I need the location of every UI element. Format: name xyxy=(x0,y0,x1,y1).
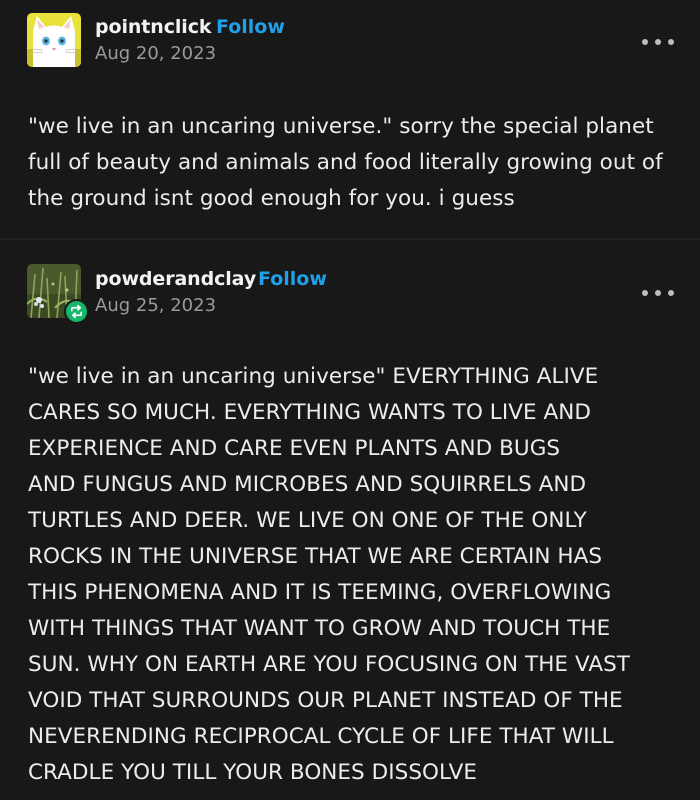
reblog-icon xyxy=(70,304,83,319)
avatar[interactable] xyxy=(27,13,81,67)
reblog-badge xyxy=(64,299,89,324)
post: powderandclay Follow Aug 25, 2023 "we li… xyxy=(0,240,700,800)
post-body: "we live in an uncaring universe." sorry… xyxy=(28,109,678,217)
post-text-line: TURTLES AND DEER. WE LIVE ON ONE OF THE … xyxy=(28,508,587,533)
more-options-icon[interactable] xyxy=(642,286,674,300)
username[interactable]: pointnclick xyxy=(95,16,211,38)
username[interactable]: powderandclay xyxy=(95,268,256,290)
post-text-line: NEVERENDING RECIPROCAL CYCLE OF LIFE THA… xyxy=(28,724,614,749)
white-cat-avatar-icon xyxy=(27,13,81,67)
post-text-line: WITH THINGS THAT WANT TO GROW AND TOUCH … xyxy=(28,616,611,641)
post: pointnclick Follow Aug 20, 2023 "we live… xyxy=(0,0,700,239)
post-text-line: THIS PHENOMENA AND IT IS TEEMING, OVERFL… xyxy=(28,580,612,605)
post-text-line: SUN. WHY ON EARTH ARE YOU FOCUSING ON TH… xyxy=(28,652,630,677)
post-text-line: AND FUNGUS AND MICROBES AND SQUIRRELS AN… xyxy=(28,472,587,497)
post-text-line: ROCKS IN THE UNIVERSE THAT WE ARE CERTAI… xyxy=(28,544,603,569)
more-options-icon[interactable] xyxy=(642,35,674,49)
post-text-line: CRADLE YOU TILL YOUR BONES DISSOLVE xyxy=(28,760,478,785)
post-date: Aug 25, 2023 xyxy=(95,295,217,316)
post-text-line: VOID THAT SURROUNDS OUR PLANET INSTEAD O… xyxy=(28,688,623,713)
follow-button[interactable]: Follow xyxy=(258,268,327,290)
follow-button[interactable]: Follow xyxy=(216,16,285,38)
post-text-line: the ground isnt good enough for you. i g… xyxy=(28,186,515,211)
post-text-line: full of beauty and animals and food lite… xyxy=(28,150,663,175)
post-text-line: "we live in an uncaring universe." sorry… xyxy=(28,114,654,139)
post-date: Aug 20, 2023 xyxy=(95,43,217,64)
post-text-line: EXPERIENCE AND CARE EVEN PLANTS AND BUGS xyxy=(28,436,561,461)
post-text-line: CARES SO MUCH. EVERYTHING WANTS TO LIVE … xyxy=(28,400,591,425)
post-body: "we live in an uncaring universe" EVERYT… xyxy=(28,359,678,791)
post-text-line: "we live in an uncaring universe" EVERYT… xyxy=(28,364,599,389)
